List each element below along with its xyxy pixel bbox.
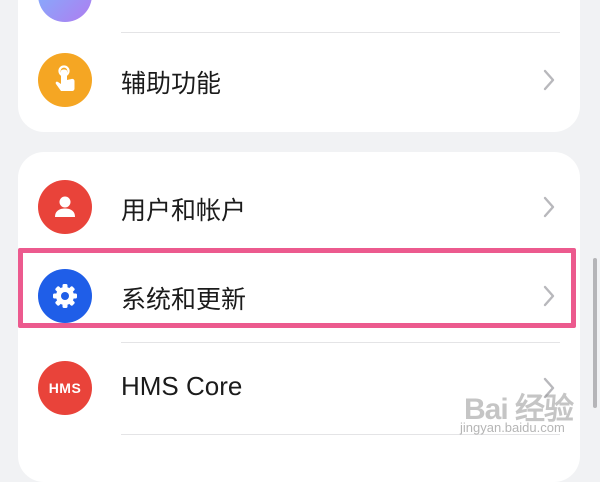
settings-item-users-accounts[interactable]: 用户和帐户	[18, 164, 580, 250]
divider	[121, 434, 560, 435]
chevron-right-icon	[543, 196, 555, 218]
settings-item-label: 系统和更新	[121, 285, 247, 314]
user-icon	[38, 180, 92, 234]
settings-item-hms-core[interactable]: HMS HMS Core	[18, 345, 580, 431]
chevron-right-icon	[543, 377, 555, 399]
settings-card-top: 辅助功能	[18, 0, 580, 132]
hms-icon: HMS	[38, 361, 92, 415]
settings-item-label: 用户和帐户	[121, 196, 247, 225]
divider	[121, 342, 560, 343]
gear-icon	[38, 269, 92, 323]
settings-item-system-update[interactable]: 系统和更新	[18, 253, 580, 339]
accessibility-icon	[38, 53, 92, 107]
settings-item-label: HMS Core	[121, 371, 243, 401]
settings-card-main: 用户和帐户 系统和更新 HMS HMS Core	[18, 152, 580, 482]
previous-item-icon	[38, 0, 92, 22]
scrollbar[interactable]	[593, 258, 597, 408]
chevron-right-icon	[543, 285, 555, 307]
hms-icon-text: HMS	[48, 380, 82, 396]
settings-item-accessibility[interactable]: 辅助功能	[18, 37, 580, 123]
chevron-right-icon	[543, 69, 555, 91]
settings-item-label: 辅助功能	[121, 69, 222, 98]
divider	[121, 32, 560, 33]
